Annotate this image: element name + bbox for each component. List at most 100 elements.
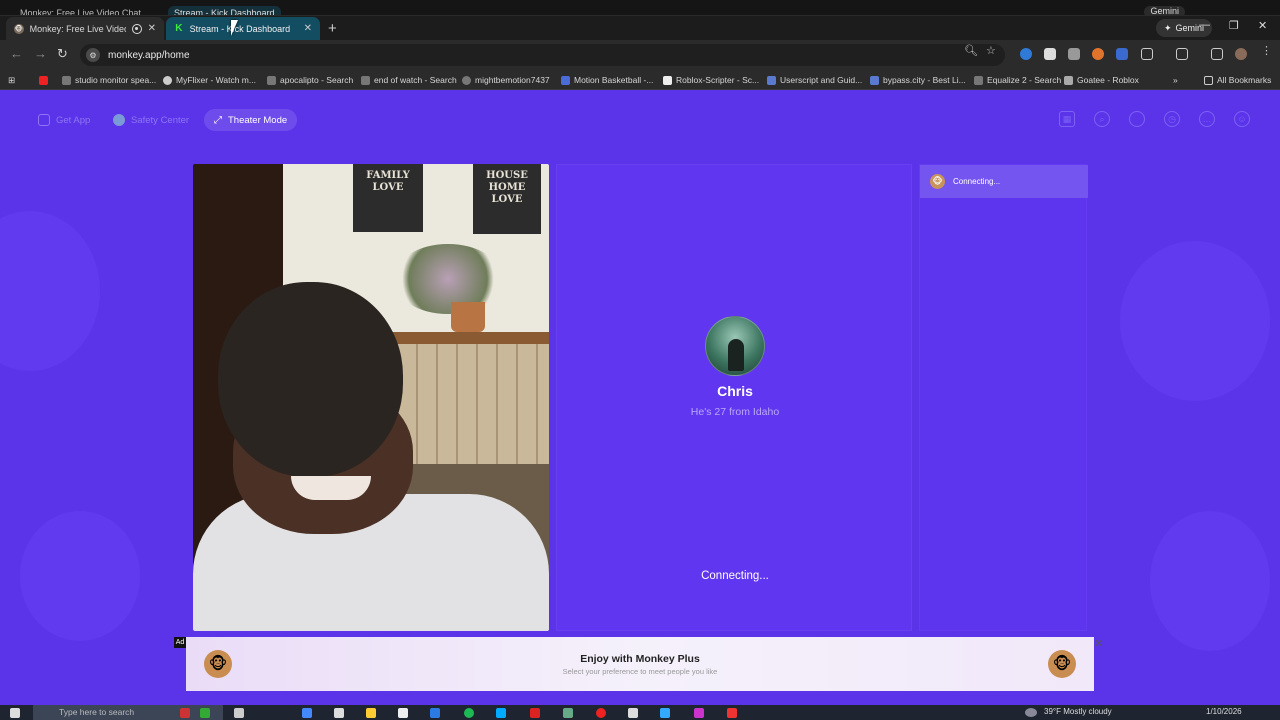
taskbar-app-icon[interactable] xyxy=(660,708,670,718)
ghost-gemini: Gemini xyxy=(1144,6,1185,15)
theater-mode-label: Theater Mode xyxy=(228,114,288,126)
monkey-icon: 🐵 xyxy=(930,174,945,189)
ad-close-icon[interactable]: ✕ xyxy=(1094,637,1103,650)
window-close-icon[interactable]: ✕ xyxy=(1258,19,1267,32)
globe-icon xyxy=(462,75,471,85)
roblox-icon xyxy=(1064,75,1073,85)
bookmarks-bar: ⊞ studio monitor spea... MyFlixer - Watc… xyxy=(0,70,1280,90)
extension-icon[interactable] xyxy=(1116,48,1128,60)
bypass-icon xyxy=(870,75,879,85)
taskbar-app-icon[interactable] xyxy=(398,708,408,718)
taskbar-app-icon[interactable] xyxy=(180,708,190,718)
folder-icon xyxy=(1204,75,1213,85)
clock-date[interactable]: 1/10/2026 xyxy=(1206,707,1242,716)
task-view-icon[interactable] xyxy=(234,708,244,718)
bookmark-item[interactable]: Roblox-Scripter - Sc... xyxy=(663,73,759,87)
bookmark-item[interactable]: studio monitor spea... xyxy=(62,73,156,87)
shelf xyxy=(373,332,549,344)
profile-avatar[interactable] xyxy=(1235,48,1247,60)
history-icon[interactable]: ◷ xyxy=(1164,111,1180,127)
menu-kebab-icon[interactable]: ⋮ xyxy=(1261,44,1272,57)
url-text[interactable]: monkey.app/home xyxy=(108,50,190,61)
close-tab-icon[interactable]: ✕ xyxy=(148,23,156,34)
extension-icon[interactable] xyxy=(1092,48,1104,60)
bookmark-item[interactable]: apocalipto - Search xyxy=(267,73,353,87)
search-icon[interactable]: ⌕ xyxy=(1094,111,1110,127)
match-panel: Chris He's 27 from Idaho Connecting... xyxy=(556,164,912,631)
bookmark-star-icon[interactable]: ☆ xyxy=(986,44,996,57)
bookmark-item[interactable]: bypass.city - Best Li... xyxy=(870,73,966,87)
user-avatar-icon[interactable]: ☺ xyxy=(1234,111,1250,127)
bookmark-label: bypass.city - Best Li... xyxy=(883,75,966,85)
url-bar[interactable]: ⚙ monkey.app/home xyxy=(80,44,1005,66)
taskbar-app-icon[interactable] xyxy=(596,708,606,718)
bookmark-label: Equalize 2 - Search xyxy=(987,75,1062,85)
background-blob xyxy=(1120,241,1270,401)
taskbar-app-icon[interactable] xyxy=(694,708,704,718)
side-panel-icon[interactable] xyxy=(1176,48,1188,60)
back-icon[interactable]: ← xyxy=(10,46,23,61)
bookmark-item[interactable]: mightbemotion7437 xyxy=(462,73,550,87)
monkey-favicon-icon: 🐵 xyxy=(14,23,24,34)
taskbar-app-icon[interactable] xyxy=(727,708,737,718)
chat-icon[interactable]: … xyxy=(1199,111,1215,127)
zoom-icon[interactable]: 🔍︎ xyxy=(964,44,978,57)
bookmark-item[interactable]: MyFlixer - Watch m... xyxy=(163,73,256,87)
bookmark-item[interactable]: Equalize 2 - Search xyxy=(974,73,1061,87)
weather-text[interactable]: 39°F Mostly cloudy xyxy=(1044,707,1112,716)
match-avatar xyxy=(705,316,765,376)
windows-start-icon[interactable] xyxy=(10,708,20,718)
minimize-icon[interactable]: — xyxy=(1199,19,1210,31)
downloads-icon[interactable] xyxy=(1211,48,1223,60)
taskbar-app-icon[interactable] xyxy=(496,708,506,718)
mouse-cursor-icon xyxy=(231,20,238,36)
spotify-icon[interactable] xyxy=(464,708,474,718)
background-blob xyxy=(0,211,100,371)
taskbar-app-icon[interactable] xyxy=(334,708,344,718)
match-details: He's 27 from Idaho xyxy=(690,406,780,418)
tab-monkey[interactable]: 🐵 Monkey: Free Live Video Ch ✕ xyxy=(6,17,164,40)
taskbar-app-icon[interactable] xyxy=(628,708,638,718)
youtube-icon[interactable] xyxy=(39,73,48,87)
reload-icon[interactable]: ↻ xyxy=(57,46,68,62)
close-tab-icon[interactable]: ✕ xyxy=(304,23,312,34)
browser-tab-bar: 🐵 Monkey: Free Live Video Ch ✕ K Stream … xyxy=(0,16,1280,40)
chat-panel: 🐵 Connecting... xyxy=(919,164,1088,631)
taskbar-app-icon[interactable] xyxy=(530,708,540,718)
chrome-icon[interactable] xyxy=(563,708,573,718)
taskbar-app-icon[interactable] xyxy=(200,708,210,718)
flower-plant xyxy=(393,244,503,314)
monkey-plus-ad-banner[interactable]: 🐵 Enjoy with Monkey Plus Select your pre… xyxy=(186,637,1094,691)
site-info-icon[interactable]: ⚙ xyxy=(86,48,100,62)
bookmark-label: apocalipto - Search xyxy=(280,75,354,85)
bookmark-item[interactable]: Goatee - Roblox xyxy=(1064,73,1139,87)
avatar-figure xyxy=(728,339,744,371)
taskbar-app-icon[interactable] xyxy=(366,708,376,718)
extension-icon[interactable] xyxy=(1068,48,1080,60)
extension-icon[interactable] xyxy=(1044,48,1056,60)
bookmark-label: studio monitor spea... xyxy=(75,75,157,85)
forward-icon[interactable]: → xyxy=(34,46,47,61)
theater-mode-button[interactable]: ⤢ Theater Mode xyxy=(204,109,298,131)
bookmark-item[interactable]: Userscript and Guid... xyxy=(767,73,862,87)
taskbar-app-icon[interactable] xyxy=(430,708,440,718)
new-tab-button[interactable]: + xyxy=(328,20,337,37)
all-bookmarks-folder[interactable]: All Bookmarks xyxy=(1204,73,1271,87)
taskbar-search[interactable]: Type here to search xyxy=(33,705,223,720)
apps-grid-icon[interactable]: ⊞ xyxy=(8,73,15,87)
bookmark-item[interactable]: Motion Basketball -... xyxy=(561,73,653,87)
puzzle-extensions-icon[interactable] xyxy=(1141,48,1153,60)
wall-sign-right: HOUSE HOME LOVE xyxy=(473,164,541,234)
extension-icon[interactable] xyxy=(1020,48,1032,60)
taskbar-app-icon[interactable] xyxy=(302,708,312,718)
tab-kick[interactable]: K Stream - Kick Dashboard ✕ xyxy=(166,17,320,40)
bookmark-label: Roblox-Scripter - Sc... xyxy=(676,75,760,85)
connection-status: Connecting... xyxy=(701,570,769,582)
shop-icon[interactable]: ▦ xyxy=(1059,111,1075,127)
safety-center-link[interactable]: Safety Center xyxy=(113,109,189,131)
bookmark-item[interactable]: end of watch - Search xyxy=(361,73,457,87)
restore-icon[interactable]: ❐ xyxy=(1229,19,1239,32)
profile-icon[interactable] xyxy=(1129,111,1145,127)
get-app-link[interactable]: Get App xyxy=(38,109,90,131)
more-bookmarks-icon[interactable]: » xyxy=(1173,73,1178,87)
